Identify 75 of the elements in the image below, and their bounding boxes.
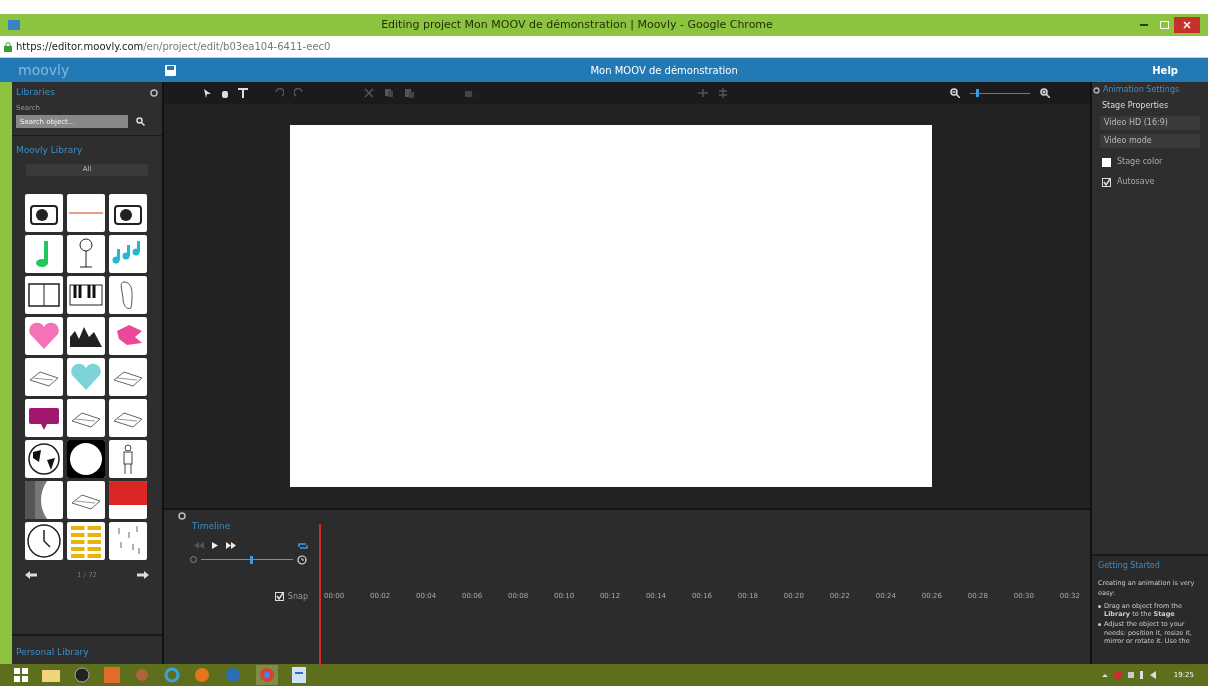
library-thumbnail[interactable]	[25, 234, 63, 273]
panel-title: Animation Settings	[1103, 84, 1180, 96]
window-title: Editing project Mon MOOV de démonstration | Moovly - Google Chrome	[380, 16, 774, 33]
library-thumbnail[interactable]	[67, 398, 105, 437]
previous-arrow-icon[interactable]	[25, 570, 37, 579]
checkbox-label: Autosave	[1117, 176, 1155, 188]
section-title: Moovly Library	[15, 144, 84, 157]
zoom-in-icon[interactable]	[1040, 88, 1050, 98]
document-icon[interactable]	[292, 667, 306, 683]
loop-icon[interactable]	[298, 541, 308, 550]
timeline-zoom-slider[interactable]	[201, 555, 293, 564]
zoom-out-icon[interactable]	[950, 88, 960, 98]
library-thumbnail[interactable]	[25, 275, 63, 314]
library-thumbnail[interactable]	[25, 439, 63, 478]
bullet-icon	[1098, 604, 1101, 608]
library-thumbnail[interactable]	[25, 521, 63, 560]
library-thumbnail[interactable]	[25, 357, 63, 396]
checkbox[interactable]	[1102, 177, 1111, 187]
settings-icon[interactable]	[1093, 86, 1100, 94]
library-thumbnail[interactable]	[67, 234, 105, 273]
library-thumbnail[interactable]	[109, 480, 147, 519]
help-title: Getting Started	[1098, 560, 1161, 572]
mode-dropdown[interactable]: Video mode	[1100, 134, 1200, 148]
next-arrow-icon[interactable]	[137, 570, 149, 579]
library-thumbnail[interactable]	[25, 316, 63, 355]
logo-text: moovly	[17, 60, 71, 80]
library-thumbnail[interactable]	[25, 480, 63, 519]
settings-icon[interactable]	[178, 512, 186, 520]
panel-title: Timeline	[192, 520, 232, 533]
library-thumbnail[interactable]	[109, 316, 147, 355]
library-thumbnail[interactable]	[67, 439, 105, 478]
library-thumbnail[interactable]	[109, 398, 147, 437]
close-button[interactable]	[1174, 17, 1200, 33]
project-title: Mon MOOV de démonstration	[589, 63, 739, 78]
checkbox[interactable]	[1102, 157, 1111, 167]
library-thumbnail[interactable]	[109, 275, 147, 314]
select-arrow-icon[interactable]	[204, 88, 211, 98]
library-thumbnail[interactable]	[109, 439, 147, 478]
format-dropdown[interactable]: Video HD (16:9)	[1100, 116, 1200, 130]
library-thumbnail[interactable]	[109, 357, 147, 396]
text-tool-icon[interactable]	[238, 88, 248, 98]
library-thumbnail[interactable]	[67, 521, 105, 560]
app-icon	[8, 20, 20, 30]
library-thumbnail[interactable]	[67, 357, 105, 396]
section-title: Personal Library	[16, 647, 89, 657]
help-menu[interactable]: Help	[1152, 62, 1178, 78]
windows-start-icon[interactable]	[14, 668, 28, 682]
save-icon[interactable]	[165, 64, 176, 76]
play-icon[interactable]	[212, 542, 218, 549]
url-text: https://editor.moovly.com/en/project/edit/b03ea104-6411-eec0	[16, 40, 331, 54]
checkbox[interactable]	[274, 592, 284, 601]
fast-forward-icon[interactable]	[226, 542, 236, 549]
library-thumbnail[interactable]	[109, 521, 147, 560]
checkbox-label: Stage color	[1117, 156, 1163, 168]
library-thumbnail[interactable]	[25, 398, 63, 437]
library-thumbnail[interactable]	[109, 193, 147, 232]
slider-thumb[interactable]	[975, 89, 979, 97]
library-thumbnail[interactable]	[67, 275, 105, 314]
settings-icon[interactable]	[150, 88, 158, 97]
lock-icon	[4, 41, 12, 52]
zoom-slider[interactable]	[970, 89, 1030, 97]
panel-title: Libraries	[16, 86, 55, 99]
library-thumbnail[interactable]	[67, 193, 105, 232]
taskbar-app-icon[interactable]	[74, 667, 90, 683]
folder-icon[interactable]	[42, 668, 60, 682]
slider-thumb[interactable]	[249, 555, 253, 564]
snap-label: Snap	[287, 590, 308, 603]
close-icon	[1183, 21, 1191, 29]
library-thumbnail[interactable]	[109, 234, 147, 273]
library-thumbnail[interactable]	[25, 193, 63, 232]
library-thumbnail[interactable]	[67, 316, 105, 355]
search-icon[interactable]	[136, 117, 145, 126]
section-label: Stage Properties	[1102, 100, 1170, 112]
bullet-icon	[1098, 623, 1101, 627]
library-thumbnail[interactable]	[67, 480, 105, 519]
